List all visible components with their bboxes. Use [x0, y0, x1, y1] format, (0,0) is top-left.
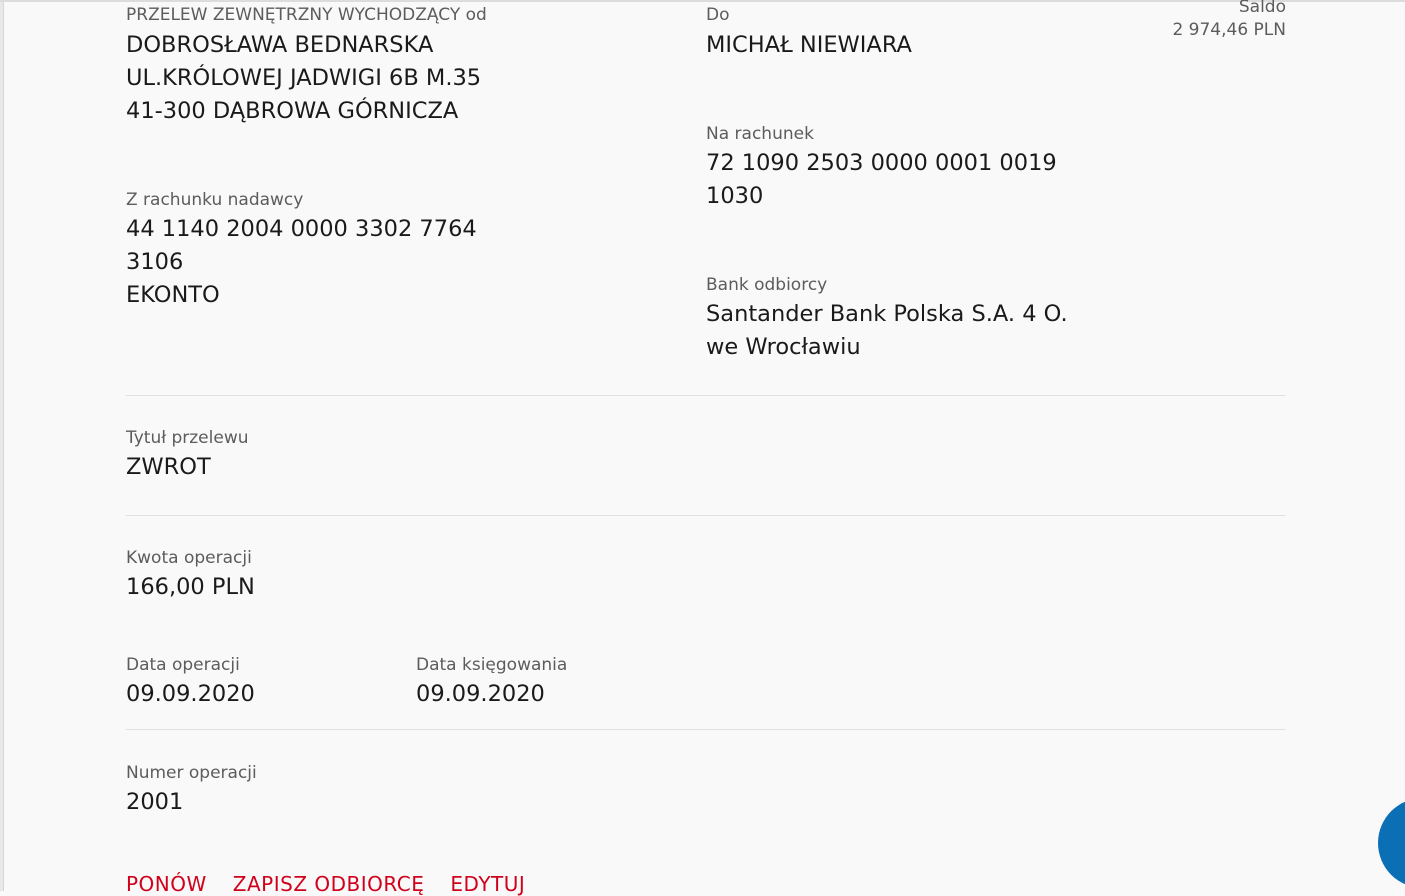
balance-value: 2 974,46 PLN — [1172, 20, 1286, 40]
operation-date-value: 09.09.2020 — [126, 681, 255, 707]
sender-account-name: EKONTO — [126, 282, 220, 308]
sender-address-line2: 41-300 DĄBROWA GÓRNICZA — [126, 98, 459, 124]
window-left-border — [0, 0, 4, 891]
sender-heading: PRZELEW ZEWNĘTRZNY WYCHODZĄCY od — [126, 5, 487, 25]
sender-address-line1: UL.KRÓLOWEJ JADWIGI 6B M.35 — [126, 65, 482, 91]
recipient-bank-name: Santander Bank Polska S.A. 4 O. — [706, 301, 1068, 327]
balance-label: Saldo — [1238, 0, 1286, 17]
recipient-heading: Do — [706, 5, 730, 25]
operation-date-label: Data operacji — [126, 655, 240, 675]
amount-value: 166,00 PLN — [126, 574, 255, 600]
help-chat-icon[interactable] — [1378, 798, 1405, 888]
sender-account-label: Z rachunku nadawcy — [126, 190, 304, 210]
recipient-account-label: Na rachunek — [706, 124, 814, 144]
amount-label: Kwota operacji — [126, 548, 252, 568]
operation-number-value: 2001 — [126, 789, 184, 815]
title-value: ZWROT — [126, 454, 211, 480]
action-bar: PONÓW ZAPISZ ODBIORCĘ EDYTUJ — [126, 872, 525, 896]
recipient-account-number: 72 1090 2503 0000 0001 0019 — [706, 150, 1057, 176]
divider — [126, 395, 1286, 396]
title-label: Tytuł przelewu — [126, 428, 249, 448]
sender-account-number-cont: 3106 — [126, 249, 184, 275]
booking-date-value: 09.09.2020 — [416, 681, 545, 707]
recipient-account-number-cont: 1030 — [706, 183, 764, 209]
sender-name: DOBROSŁAWA BEDNARSKA — [126, 32, 434, 58]
repeat-transfer-link[interactable]: PONÓW — [126, 872, 207, 896]
edit-link[interactable]: EDYTUJ — [450, 872, 525, 896]
divider — [126, 729, 1286, 730]
recipient-name: MICHAŁ NIEWIARA — [706, 32, 912, 58]
recipient-bank-label: Bank odbiorcy — [706, 275, 828, 295]
recipient-bank-branch: we Wrocławiu — [706, 334, 861, 360]
sender-account-number: 44 1140 2004 0000 3302 7764 — [126, 216, 477, 242]
save-recipient-link[interactable]: ZAPISZ ODBIORCĘ — [233, 872, 425, 896]
booking-date-label: Data księgowania — [416, 655, 568, 675]
operation-number-label: Numer operacji — [126, 763, 257, 783]
divider — [126, 515, 1286, 516]
